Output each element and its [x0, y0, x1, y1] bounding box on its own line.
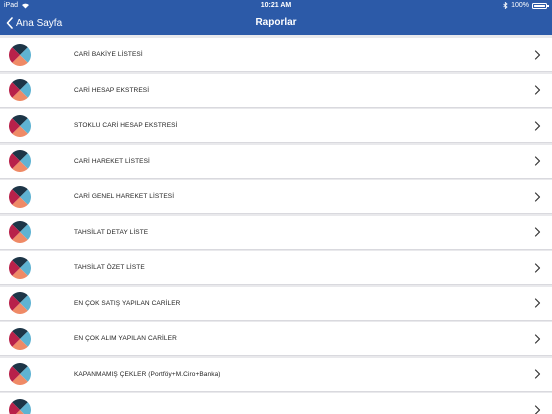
chevron-right-icon [534, 156, 541, 166]
report-label: STOKLU CARİ HESAP EKSTRESİ [74, 122, 178, 129]
chevron-right-icon [534, 191, 541, 202]
report-row-9[interactable]: EN ÇOK ALIM YAPILAN CARİLER [0, 322, 552, 355]
report-label: CARİ GENEL HAREKET LİSTESİ [74, 193, 175, 200]
report-label: TAHSİLAT DETAY LİSTE [74, 228, 149, 236]
report-row-5[interactable]: CARİ GENEL HAREKET LİSTESİ [0, 180, 552, 213]
chevron-right-icon [534, 404, 541, 414]
chevron-right-icon [534, 262, 541, 273]
report-pie-icon [9, 221, 31, 243]
report-label: KAPANMAMIŞ ÇEKLER (Portföy+M.Ciro+Banka) [74, 370, 221, 378]
chevron-right-icon [534, 298, 541, 308]
battery-percent: 100% [511, 2, 529, 9]
chevron-left-icon [6, 17, 13, 29]
report-pie-icon [9, 43, 31, 66]
report-row-7[interactable]: TAHSİLAT ÖZET LİSTE [0, 251, 552, 284]
report-row-4[interactable]: CARİ HAREKET LİSTESİ [0, 144, 552, 178]
report-label: EN ÇOK SATIŞ YAPILAN CARİLER [74, 299, 181, 307]
battery-icon [532, 2, 549, 9]
report-pie-icon [9, 292, 31, 314]
report-row-10[interactable]: KAPANMAMIŞ ÇEKLER (Portföy+M.Ciro+Banka) [0, 357, 552, 391]
navigation-bar: Ana Sayfa Raporlar [0, 11, 552, 35]
bluetooth-icon [503, 2, 508, 9]
report-label: CARİ HAREKET LİSTESİ [74, 157, 150, 165]
report-label: EN ÇOK ALIM YAPILAN CARİLER [74, 335, 177, 342]
report-pie-icon [9, 114, 31, 137]
report-label: CARİ HESAP EKSTRESİ [74, 86, 150, 94]
report-pie-icon [9, 363, 31, 385]
chevron-right-icon [534, 227, 541, 237]
report-row-2[interactable]: CARİ HESAP EKSTRESİ [0, 73, 552, 107]
report-row-8[interactable]: EN ÇOK SATIŞ YAPILAN CARİLER [0, 286, 552, 320]
report-label: TAHSİLAT ÖZET LİSTE [74, 264, 145, 271]
report-row-6[interactable]: TAHSİLAT DETAY LİSTE [0, 215, 552, 249]
report-row-1[interactable]: CARİ BAKİYE LİSTESİ [0, 38, 552, 71]
chevron-right-icon [534, 333, 541, 344]
report-pie-icon [9, 150, 31, 172]
report-label: CARİ BAKİYE LİSTESİ [74, 51, 143, 58]
chevron-right-icon [534, 49, 541, 60]
status-bar: iPad 10:21 AM 100% [0, 0, 552, 11]
chevron-right-icon [534, 369, 541, 379]
chevron-right-icon [534, 85, 541, 95]
page-title: Raporlar [255, 17, 297, 28]
status-time: 10:21 AM [260, 2, 292, 9]
status-right: 100% [503, 0, 549, 11]
report-row-11[interactable] [0, 393, 552, 414]
report-pie-icon [9, 256, 31, 279]
report-pie-icon [9, 79, 31, 101]
back-button[interactable]: Ana Sayfa [6, 11, 62, 35]
chevron-right-icon [534, 120, 541, 131]
report-pie-icon [9, 398, 31, 414]
report-row-3[interactable]: STOKLU CARİ HESAP EKSTRESİ [0, 109, 552, 142]
battery-fill [534, 4, 545, 7]
back-label: Ana Sayfa [16, 17, 63, 29]
report-pie-icon [9, 327, 31, 350]
report-pie-icon [9, 185, 31, 208]
report-list: CARİ BAKİYE LİSTESİ CARİ HESAP EKSTRESİ … [0, 38, 552, 414]
